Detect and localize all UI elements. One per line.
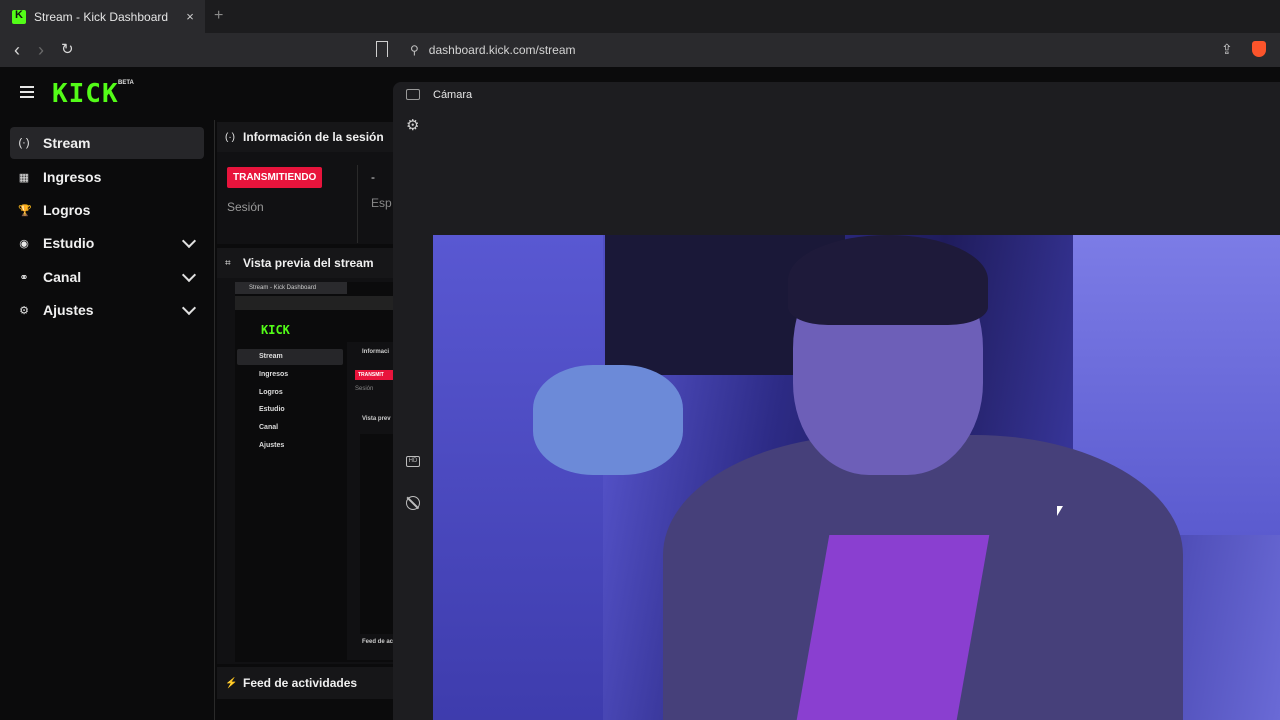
back-button[interactable]: ‹ [14, 40, 20, 60]
feed-panel-title: Feed de actividades [243, 676, 358, 690]
mini-badge: TRANSMIT [355, 370, 393, 380]
sidebar-item-label: Ajustes [43, 302, 94, 318]
kick-logo[interactable]: KICK [52, 79, 119, 109]
spectators-label: Esp [371, 196, 392, 210]
camera-icon [406, 89, 420, 100]
sidebar-item-canal[interactable]: ⚭ Canal [10, 261, 204, 293]
mini-item: Ajustes [259, 442, 285, 449]
session-panel-header[interactable]: (·) Información de la sesión [217, 122, 393, 152]
beta-badge: BETA [118, 80, 134, 86]
sidebar: KICK BETA (·) Stream ▦ Ingresos 🏆 Logros… [0, 67, 215, 720]
trophy-icon: 🏆 [18, 204, 32, 217]
sidebar-item-label: Stream [43, 135, 91, 151]
mini-tab: Stream - Kick Dashboard [235, 282, 347, 294]
tab-close-icon[interactable]: × [181, 9, 199, 24]
preview-panel-title: Vista previa del stream [243, 256, 374, 270]
camera-title: Cámara [433, 89, 473, 101]
site-settings-icon[interactable]: ⚲ [410, 43, 419, 57]
mini-item: Logros [259, 389, 283, 396]
browser-tab-bar: Stream - Kick Dashboard × + [0, 0, 1280, 33]
bolt-icon: ⚡ [225, 677, 238, 689]
sidebar-item-logros[interactable]: 🏆 Logros [10, 194, 204, 226]
mini-nested-preview [360, 434, 393, 634]
menu-icon[interactable] [20, 86, 34, 98]
channel-icon: ⚭ [19, 271, 29, 284]
chart-icon: ▦ [18, 171, 30, 184]
bookmark-icon[interactable] [376, 41, 388, 57]
session-panel [217, 152, 393, 244]
feed-wall [433, 235, 603, 720]
tab-title: Stream - Kick Dashboard [34, 9, 169, 24]
session-divider [357, 165, 358, 243]
feed-cloth [533, 365, 683, 475]
stream-preview-image: Stream - Kick Dashboard KICK Stream Ingr… [235, 282, 393, 662]
share-icon[interactable]: ⇪ [1221, 41, 1233, 58]
brave-shield-icon[interactable] [1252, 41, 1266, 57]
timer-off-icon[interactable] [406, 496, 420, 510]
mini-text: Feed de ac [362, 639, 393, 645]
mini-text: Sesión [355, 386, 374, 392]
mini-address-bar [235, 296, 393, 310]
url-text: dashboard.kick.com/stream [428, 43, 576, 57]
browser-address-bar: ‹ › ↻ ⚲ dashboard.kick.com/stream ⇪ [0, 33, 1280, 67]
mini-logo: KICK [261, 323, 290, 337]
sidebar-item-ingresos[interactable]: ▦ Ingresos [10, 161, 204, 193]
kick-favicon-icon [12, 9, 26, 24]
sidebar-item-ajustes[interactable]: ⚙ Ajustes [10, 294, 204, 326]
mini-item: Stream [237, 349, 343, 365]
gear-icon[interactable]: ⚙ [406, 116, 419, 134]
feed-jacket-stripe [796, 535, 990, 720]
forward-button[interactable]: › [38, 40, 44, 60]
feed-panel-header[interactable]: ⚡ Feed de actividades [217, 667, 393, 699]
session-panel-title: Información de la sesión [243, 130, 384, 144]
status-badge: TRANSMITIENDO [227, 167, 323, 188]
preview-panel-header[interactable]: ⌗ Vista previa del stream [217, 248, 393, 278]
new-tab-button[interactable]: + [214, 7, 223, 25]
chevron-down-icon[interactable] [181, 300, 197, 315]
browser-tab[interactable]: Stream - Kick Dashboard × [0, 0, 205, 33]
feed-person-hair [788, 235, 988, 325]
mini-text: Informaci [362, 349, 390, 355]
sidebar-item-estudio[interactable]: ◉ Estudio [10, 227, 204, 259]
hd-off-icon[interactable]: HD [406, 456, 420, 467]
chevron-down-icon[interactable] [181, 267, 197, 282]
broadcast-icon: (·) [18, 137, 30, 149]
mouse-cursor [1057, 506, 1063, 516]
preview-icon: ⌗ [225, 257, 231, 269]
sidebar-item-label: Canal [43, 269, 82, 285]
mini-item: Ingresos [259, 371, 289, 378]
mini-item: Estudio [259, 406, 285, 413]
camera-feed [433, 235, 1280, 720]
session-label: Sesión [227, 200, 264, 214]
reload-button[interactable]: ↻ [61, 40, 74, 60]
content-divider [214, 120, 215, 720]
sidebar-item-label: Estudio [43, 235, 95, 251]
sidebar-item-label: Ingresos [43, 169, 102, 185]
chevron-down-icon[interactable] [181, 233, 197, 248]
broadcast-icon: (·) [225, 131, 235, 143]
url-field[interactable]: ⚲ dashboard.kick.com/stream [404, 37, 1274, 63]
sidebar-item-label: Logros [43, 202, 91, 218]
studio-icon: ◉ [19, 237, 29, 250]
mini-text: Vista prev [362, 416, 391, 422]
session-value: - [371, 170, 375, 184]
gear-icon: ⚙ [19, 304, 29, 317]
mini-item: Canal [259, 424, 279, 431]
sidebar-item-stream[interactable]: (·) Stream [10, 127, 204, 159]
